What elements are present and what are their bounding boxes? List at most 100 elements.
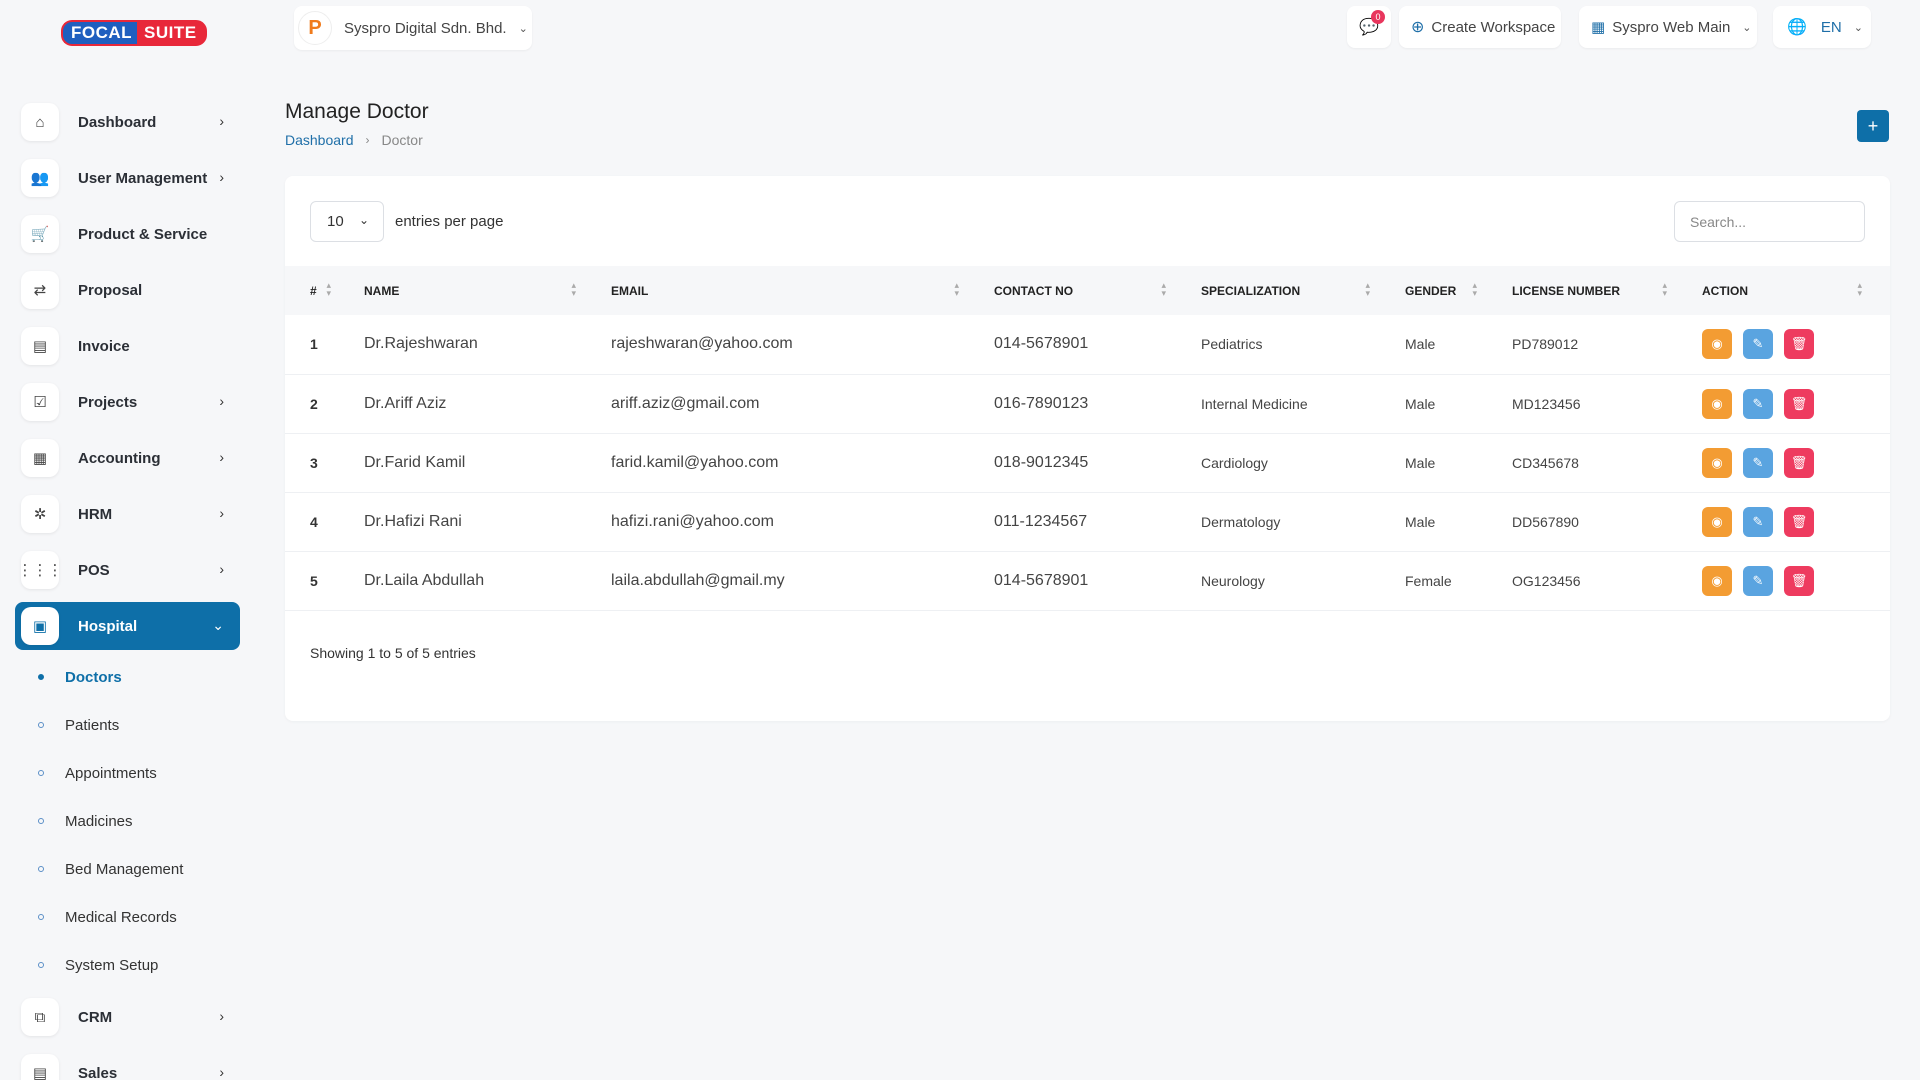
create-workspace-button[interactable]: ⊕ Create Workspace — [1399, 6, 1561, 48]
sidebar-item-user-management[interactable]: 👥 User Management › — [15, 154, 240, 202]
hrm-icon: ✲ — [21, 495, 59, 533]
delete-button[interactable]: 🗑 — [1784, 565, 1814, 596]
pencil-icon: ✎ — [1752, 454, 1764, 470]
sidebar-subitem-system-setup[interactable]: System Setup — [38, 941, 238, 989]
delete-button[interactable]: 🗑 — [1784, 388, 1814, 419]
sidebar-item-accounting[interactable]: ▦ Accounting › — [15, 434, 240, 482]
sidebar-subitem-patients[interactable]: Patients — [38, 701, 238, 749]
language-selector[interactable]: 🌐 EN ⌄ — [1773, 6, 1871, 48]
view-button[interactable]: ◉ — [1702, 506, 1732, 537]
edit-button[interactable]: ✎ — [1743, 506, 1773, 537]
chevron-down-icon: ⌄ — [518, 22, 528, 35]
cell-actions: ◉ ✎ 🗑 — [1677, 551, 1890, 610]
add-doctor-button[interactable]: + — [1857, 110, 1889, 142]
cell-gender: Male — [1405, 336, 1436, 353]
bullet-icon — [38, 722, 44, 728]
breadcrumb-home[interactable]: Dashboard — [285, 132, 354, 148]
column-header-license[interactable]: LICENSE NUMBER ▴ ▾ — [1487, 266, 1677, 315]
column-header-contact[interactable]: CONTACT NO ▴ ▾ — [969, 266, 1176, 315]
sidebar-subitem-bed-management[interactable]: Bed Management — [38, 845, 238, 893]
sidebar-item-label: Hospital — [78, 617, 138, 635]
sidebar-item-invoice[interactable]: ▤ Invoice — [15, 322, 240, 370]
sidebar-subitem-label: Bed Management — [65, 860, 184, 878]
delete-button[interactable]: 🗑 — [1784, 329, 1814, 360]
edit-button[interactable]: ✎ — [1743, 565, 1773, 596]
pencil-icon: ✎ — [1752, 336, 1764, 352]
edit-button[interactable]: ✎ — [1743, 388, 1773, 419]
view-button[interactable]: ◉ — [1702, 447, 1732, 478]
column-header-action[interactable]: ACTION ▴ ▾ — [1677, 266, 1890, 315]
edit-button[interactable]: ✎ — [1743, 447, 1773, 478]
sidebar-item-hrm[interactable]: ✲ HRM › — [15, 490, 240, 538]
sidebar-item-product-service[interactable]: 🛒 Product & Service — [15, 210, 240, 258]
cell-contact: 014-5678901 — [994, 335, 1089, 353]
cell-gender: Male — [1405, 395, 1436, 412]
page-size-select[interactable]: 10 ⌄ — [310, 201, 384, 242]
table-row: 4 Dr.Hafizi Rani hafizi.rani@yahoo.com 011-… — [285, 492, 1890, 551]
cell-license: MD123456 — [1512, 395, 1581, 412]
cart-icon: 🛒 — [21, 215, 59, 253]
chevron-down-icon: ⌄ — [358, 213, 369, 227]
view-button[interactable]: ◉ — [1702, 388, 1732, 419]
sidebar-subitem-medical-records[interactable]: Medical Records — [38, 893, 238, 941]
sidebar-subitem-madicines[interactable]: Madicines — [38, 797, 238, 845]
sidebar-item-hospital[interactable]: ▣ Hospital ⌄ — [15, 602, 240, 650]
column-header-index[interactable]: # ▴ ▾ — [285, 266, 339, 315]
delete-button[interactable]: 🗑 — [1784, 447, 1814, 478]
breadcrumb-current: Doctor — [381, 132, 423, 148]
sort-icon: ▴ ▾ — [326, 280, 331, 298]
doctor-table-card: 10 ⌄ entries per page #▴▾ NAME▴▾ EMAIL▴▾… — [285, 176, 1890, 721]
sidebar-subitem-label: Appointments — [65, 764, 157, 782]
chevron-right-icon: › — [219, 505, 224, 521]
company-selector[interactable]: P Syspro Digital Sdn. Bhd. ⌄ — [294, 6, 532, 50]
cell-actions: ◉ ✎ 🗑 — [1677, 492, 1890, 551]
pencil-icon: ✎ — [1752, 395, 1764, 411]
sidebar-subitem-doctors[interactable]: Doctors — [38, 653, 238, 701]
page-size-value: 10 — [327, 213, 344, 230]
globe-icon: 🌐 — [1787, 19, 1807, 36]
sidebar-item-proposal[interactable]: ⇄ Proposal — [15, 266, 240, 314]
search-input[interactable] — [1674, 201, 1865, 242]
cell-specialization: Dermatology — [1201, 513, 1281, 530]
cell-gender: Male — [1405, 513, 1436, 530]
cell-actions: ◉ ✎ 🗑 — [1677, 315, 1890, 374]
dots-grid-icon: ⋮⋮⋮ — [18, 551, 63, 589]
eye-icon: ◉ — [1711, 572, 1723, 588]
sidebar-item-label: User Management — [78, 169, 208, 187]
delete-button[interactable]: 🗑 — [1784, 506, 1814, 537]
column-header-email[interactable]: EMAIL ▴ ▾ — [586, 266, 969, 315]
brand-logo[interactable]: FOCAL SUITE — [61, 20, 207, 46]
brand-logo-part2: SUITE — [137, 20, 207, 46]
sidebar-item-sales[interactable]: ▤ Sales › — [15, 1049, 240, 1080]
row-actions: ◉ ✎ 🗑 — [1702, 565, 1890, 596]
sidebar-item-projects[interactable]: ☑ Projects › — [15, 378, 240, 426]
sidebar-subitem-appointments[interactable]: Appointments — [38, 749, 238, 797]
column-header-gender[interactable]: GENDER ▴ ▾ — [1380, 266, 1487, 315]
entries-label: entries per page — [395, 213, 504, 230]
cell-license: CD345678 — [1512, 454, 1579, 471]
pencil-icon: ✎ — [1752, 513, 1764, 529]
sidebar: FOCAL SUITE ⌂ Dashboard › 👥 User Manageme… — [0, 0, 250, 1080]
view-button[interactable]: ◉ — [1702, 565, 1732, 596]
column-header-specialization[interactable]: SPECIALIZATION ▴ ▾ — [1176, 266, 1380, 315]
cell-index: 2 — [310, 395, 318, 412]
sort-icon: ▴ ▾ — [1857, 280, 1862, 298]
row-actions: ◉ ✎ 🗑 — [1702, 388, 1890, 419]
cell-email: farid.kamil@yahoo.com — [611, 453, 779, 471]
cell-specialization: Pediatrics — [1201, 336, 1263, 353]
hospital-icon: ▣ — [21, 607, 59, 645]
workspace-selector[interactable]: ▦ Syspro Web Main ⌄ — [1579, 6, 1757, 48]
cell-name: Dr.Laila Abdullah — [364, 571, 485, 589]
sidebar-item-crm[interactable]: ⧉ CRM › — [15, 993, 240, 1041]
messages-button[interactable]: 💬 0 — [1347, 6, 1391, 48]
sidebar-item-pos[interactable]: ⋮⋮⋮ POS › — [15, 546, 240, 594]
column-header-name[interactable]: NAME ▴ ▾ — [339, 266, 586, 315]
company-logo-icon: P — [298, 11, 332, 45]
sidebar-item-dashboard[interactable]: ⌂ Dashboard › — [15, 98, 240, 146]
view-button[interactable]: ◉ — [1702, 329, 1732, 360]
table-row: 3 Dr.Farid Kamil farid.kamil@yahoo.com 018-… — [285, 433, 1890, 492]
edit-button[interactable]: ✎ — [1743, 329, 1773, 360]
eye-icon: ◉ — [1711, 513, 1723, 529]
bullet-icon — [38, 914, 44, 920]
chevron-down-icon: ⌄ — [1853, 21, 1863, 34]
